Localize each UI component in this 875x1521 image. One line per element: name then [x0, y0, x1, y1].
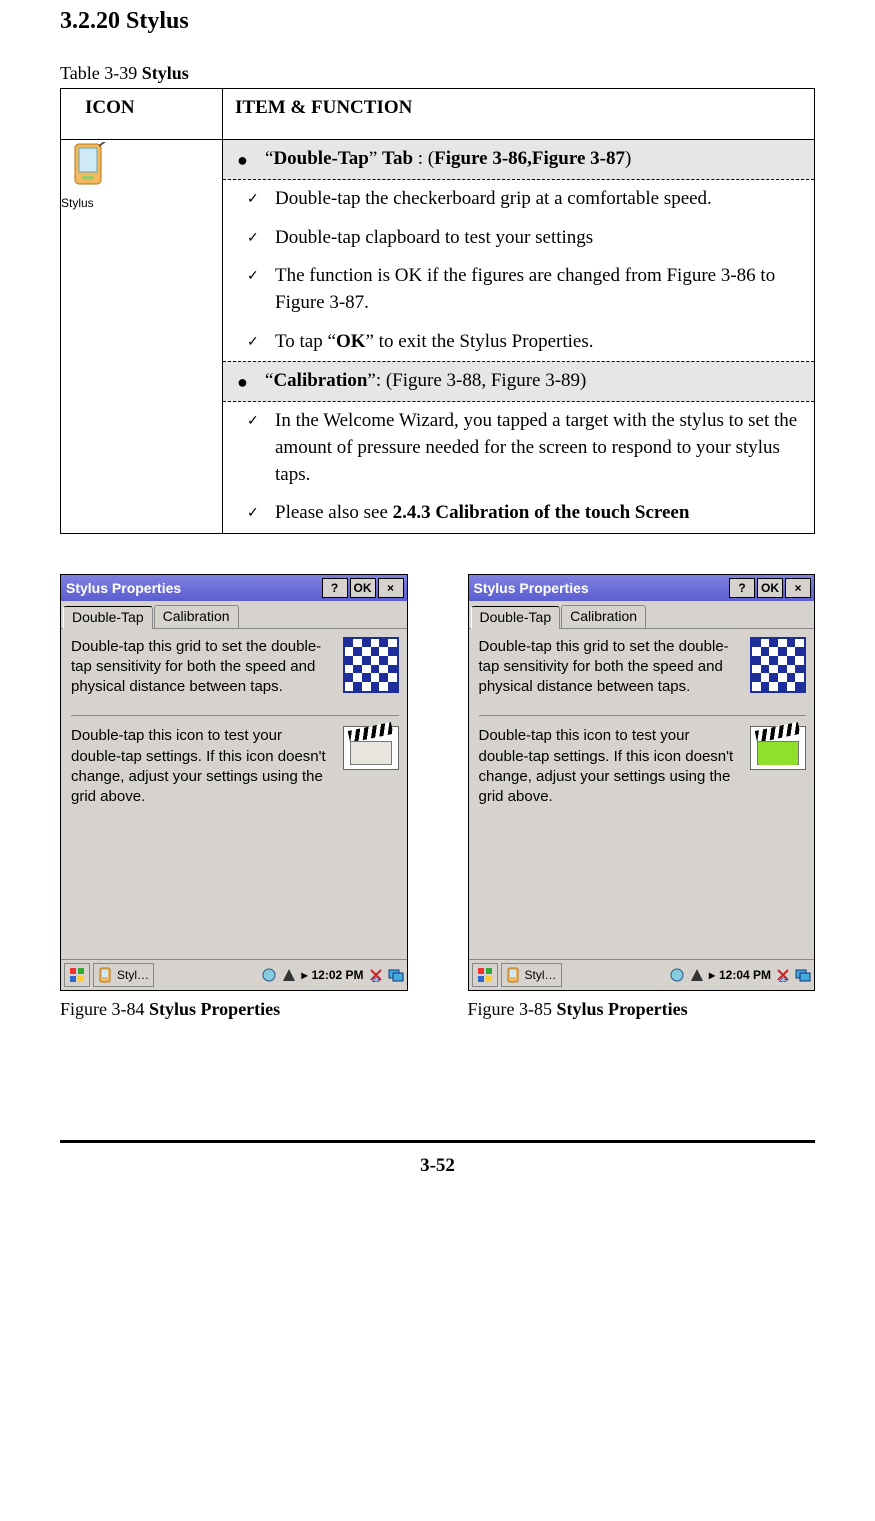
tab-calibration[interactable]: Calibration	[561, 605, 646, 628]
checkmark-icon: ✓	[247, 500, 275, 524]
help-button[interactable]: ?	[322, 578, 348, 598]
pda-window: Stylus Properties ? OK × Double-Tap Cali…	[60, 574, 408, 991]
taskbar-app-label: Styl…	[525, 968, 557, 982]
tray-arrow-icon: ▸	[709, 968, 715, 982]
grid-instruction-text: Double-tap this grid to set the double-t…	[479, 637, 741, 698]
test-instruction-text: Double-tap this icon to test your double…	[479, 726, 741, 807]
start-button[interactable]	[472, 963, 498, 987]
separator-line	[71, 715, 399, 716]
taskbar-app-button[interactable]: Styl…	[501, 963, 562, 987]
bullet-icon: ●	[237, 368, 265, 395]
list-item-text: The function is OK if the figures are ch…	[275, 263, 806, 316]
taskbar-app-label: Styl…	[117, 968, 149, 982]
bullet-icon: ●	[237, 146, 265, 173]
tray-icon[interactable]	[281, 967, 297, 983]
checkerboard-icon[interactable]	[750, 637, 806, 693]
checkmark-icon: ✓	[247, 408, 275, 432]
desktop-icon[interactable]	[388, 967, 404, 983]
checkmark-icon: ✓	[247, 263, 275, 287]
section-header-text: “Double-Tap” Tab : (Figure 3-86,Figure 3…	[265, 146, 806, 173]
ok-button[interactable]: OK	[350, 578, 376, 598]
window-titlebar: Stylus Properties ? OK ×	[469, 575, 815, 601]
window-title: Stylus Properties	[64, 580, 320, 596]
separator-line	[479, 715, 807, 716]
tray-icon[interactable]	[689, 967, 705, 983]
window-title: Stylus Properties	[472, 580, 728, 596]
table-list-item: ✓Double-tap clapboard to test your setti…	[223, 219, 814, 258]
tray-icon[interactable]	[261, 967, 277, 983]
table-list-item: ✓Please also see 2.4.3 Calibration of th…	[223, 494, 814, 533]
tray-icon[interactable]: 23	[775, 967, 791, 983]
section-title: 3.2.20 Stylus	[60, 8, 815, 35]
checkmark-icon: ✓	[247, 329, 275, 353]
tab-strip: Double-Tap Calibration	[469, 601, 815, 629]
table-header-icon: ICON	[61, 89, 223, 140]
help-button[interactable]: ?	[729, 578, 755, 598]
table-icon-cell: Stylus	[61, 140, 223, 534]
close-button[interactable]: ×	[785, 578, 811, 598]
list-item-text: To tap “OK” to exit the Stylus Propertie…	[275, 329, 806, 356]
desktop-icon[interactable]	[795, 967, 811, 983]
figure-caption: Figure 3-84 Stylus Properties	[60, 999, 408, 1020]
window-titlebar: Stylus Properties ? OK ×	[61, 575, 407, 601]
list-item-text: Double-tap the checkerboard grip at a co…	[275, 186, 806, 213]
page-footer: 3-52	[60, 1140, 815, 1177]
svg-text:23: 23	[372, 977, 380, 983]
checkmark-icon: ✓	[247, 225, 275, 249]
tray-arrow-icon: ▸	[301, 968, 307, 982]
stylus-icon-label: Stylus	[61, 196, 222, 210]
checkmark-icon: ✓	[247, 186, 275, 210]
ok-button[interactable]: OK	[757, 578, 783, 598]
section-header-text: “Calibration”: (Figure 3-88, Figure 3-89…	[265, 368, 806, 395]
table-list-item: ✓Double-tap the checkerboard grip at a c…	[223, 180, 814, 219]
taskbar: Styl… ▸ 12:02 PM 23	[61, 959, 407, 990]
table-section-header: ●“Calibration”: (Figure 3-88, Figure 3-8…	[223, 361, 814, 402]
close-button[interactable]: ×	[378, 578, 404, 598]
table-section-header: ●“Double-Tap” Tab : (Figure 3-86,Figure …	[223, 140, 814, 180]
tab-double-tap[interactable]: Double-Tap	[63, 606, 153, 629]
tab-calibration[interactable]: Calibration	[154, 605, 239, 628]
checkerboard-icon[interactable]	[343, 637, 399, 693]
figure-3-84: Stylus Properties ? OK × Double-Tap Cali…	[60, 574, 408, 1020]
tab-strip: Double-Tap Calibration	[61, 601, 407, 629]
grid-instruction-text: Double-tap this grid to set the double-t…	[71, 637, 333, 698]
clapboard-icon[interactable]	[343, 726, 399, 770]
window-body: Double-tap this grid to set the double-t…	[61, 629, 407, 959]
table-list-item: ✓The function is OK if the figures are c…	[223, 257, 814, 322]
figure-3-85: Stylus Properties ? OK × Double-Tap Cali…	[468, 574, 816, 1020]
table-header-item: ITEM & FUNCTION	[223, 89, 815, 140]
page-number: 3-52	[420, 1155, 455, 1176]
list-item-text: Please also see 2.4.3 Calibration of the…	[275, 500, 806, 527]
taskbar-app-button[interactable]: Styl…	[93, 963, 154, 987]
table-list-item: ✓In the Welcome Wizard, you tapped a tar…	[223, 402, 814, 494]
svg-text:23: 23	[779, 977, 787, 983]
tray-icon[interactable]	[669, 967, 685, 983]
taskbar-clock: 12:04 PM	[719, 968, 771, 982]
tray-icon[interactable]: 23	[368, 967, 384, 983]
list-item-text: In the Welcome Wizard, you tapped a targ…	[275, 408, 806, 488]
table-caption: Table 3-39 Stylus	[60, 63, 815, 84]
table-content-cell: ●“Double-Tap” Tab : (Figure 3-86,Figure …	[223, 140, 815, 534]
test-instruction-text: Double-tap this icon to test your double…	[71, 726, 333, 807]
stylus-pda-icon	[67, 142, 222, 194]
taskbar-clock: 12:02 PM	[311, 968, 363, 982]
taskbar: Styl… ▸ 12:04 PM 23	[469, 959, 815, 990]
system-tray: ▸ 12:04 PM 23	[669, 967, 811, 983]
figures-row: Stylus Properties ? OK × Double-Tap Cali…	[60, 574, 815, 1020]
tab-double-tap[interactable]: Double-Tap	[471, 606, 561, 629]
system-tray: ▸ 12:02 PM 23	[261, 967, 403, 983]
stylus-table: ICON ITEM & FUNCTION Stylus ●“Double-Tap…	[60, 88, 815, 534]
clapboard-icon[interactable]	[750, 726, 806, 770]
window-body: Double-tap this grid to set the double-t…	[469, 629, 815, 959]
list-item-text: Double-tap clapboard to test your settin…	[275, 225, 806, 252]
table-list-item: ✓To tap “OK” to exit the Stylus Properti…	[223, 323, 814, 362]
start-button[interactable]	[64, 963, 90, 987]
pda-window: Stylus Properties ? OK × Double-Tap Cali…	[468, 574, 816, 991]
figure-caption: Figure 3-85 Stylus Properties	[468, 999, 816, 1020]
